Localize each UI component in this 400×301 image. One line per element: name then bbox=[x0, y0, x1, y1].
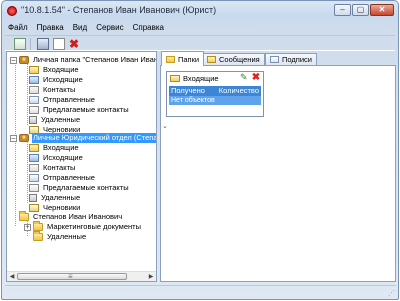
menu-bar: Файл Правка Вид Сервис Справка bbox=[5, 21, 164, 34]
edit-icon[interactable]: ✎ bbox=[240, 73, 249, 82]
tree-item-deleted[interactable]: Удаленные bbox=[29, 193, 81, 203]
folder-icon bbox=[33, 221, 43, 231]
inbox-icon bbox=[29, 66, 39, 74]
tree-item-deleted[interactable]: Удаленные bbox=[29, 115, 81, 125]
tree-item-outbox[interactable]: Исходящие bbox=[29, 153, 84, 163]
contacts-icon bbox=[29, 164, 39, 172]
scroll-thumb[interactable] bbox=[17, 272, 127, 281]
menu-service[interactable]: Сервис bbox=[96, 21, 123, 34]
inbox-icon bbox=[29, 144, 39, 152]
delete-icon[interactable]: ✖ bbox=[68, 38, 80, 50]
drafts-icon bbox=[29, 204, 39, 212]
collapse-icon[interactable]: – bbox=[10, 56, 17, 64]
folder-card-columns: Получено Количество bbox=[169, 86, 261, 96]
tab-folders[interactable]: Папки bbox=[161, 51, 205, 66]
tree-item-inbox[interactable]: Входящие bbox=[29, 65, 80, 75]
menu-file[interactable]: Файл bbox=[8, 21, 28, 34]
envelope-icon bbox=[207, 56, 216, 63]
tree-item-sent[interactable]: Отправленные bbox=[29, 95, 96, 105]
close-button[interactable]: ✕ bbox=[370, 4, 394, 16]
maximize-button[interactable]: ▢ bbox=[352, 4, 369, 16]
title-bar[interactable]: "10.8.1.54" - Степанов Иван Иванович (Юр… bbox=[2, 1, 398, 21]
tree-item-deleted[interactable]: Удаленные bbox=[33, 231, 87, 242]
menu-view[interactable]: Вид bbox=[73, 21, 87, 34]
column-count[interactable]: Количество bbox=[219, 86, 259, 96]
outbox-icon bbox=[29, 76, 39, 84]
tree-viewport: – Личная папка "Степанов Иван Иванович" … bbox=[7, 52, 156, 272]
empty-message: Нет объектов bbox=[169, 96, 261, 105]
status-bar: ⋰ bbox=[5, 285, 396, 298]
save-icon[interactable] bbox=[37, 38, 49, 50]
signature-icon bbox=[270, 56, 279, 63]
folder-icon bbox=[166, 55, 175, 63]
window-title: "10.8.1.54" - Степанов Иван Иванович (Юр… bbox=[21, 5, 217, 15]
tree-item-sent[interactable]: Отправленные bbox=[29, 173, 96, 183]
tree-item-suggested-contacts[interactable]: Предлагаемые контакты bbox=[29, 105, 130, 115]
trash-icon bbox=[29, 116, 37, 124]
contacts-icon bbox=[29, 86, 39, 94]
minimize-button[interactable]: – bbox=[334, 4, 351, 16]
scroll-right-icon[interactable]: ▶ bbox=[147, 273, 155, 281]
folder-card[interactable]: Входящие ✎ ✖ Получено Количество Нет объ… bbox=[166, 71, 264, 117]
sent-icon bbox=[29, 174, 39, 182]
delete-icon[interactable]: ✖ bbox=[251, 73, 261, 83]
folder-card-title: Входящие bbox=[183, 73, 219, 83]
outbox-icon bbox=[29, 154, 39, 162]
window-controls: – ▢ ✕ bbox=[334, 4, 394, 16]
inbox-icon bbox=[170, 74, 180, 82]
app-window: "10.8.1.54" - Степанов Иван Иванович (Юр… bbox=[1, 0, 399, 300]
tree-item-contacts[interactable]: Контакты bbox=[29, 163, 76, 173]
tree-group-personal[interactable]: – Личная папка "Степанов Иван Иванович" bbox=[10, 55, 156, 65]
tree-item-marketing[interactable]: + Маркетинговые документы bbox=[24, 221, 142, 232]
tab-strip: Папки Сообщения Подписи bbox=[160, 51, 396, 66]
folders-panel: Входящие ✎ ✖ Получено Количество Нет объ… bbox=[160, 65, 396, 282]
resize-grip-icon[interactable]: ⋰ bbox=[388, 289, 395, 297]
detail-pane: Папки Сообщения Подписи Входящие ✎ ✖ Пол… bbox=[160, 51, 396, 282]
tree-item-outbox[interactable]: Исходящие bbox=[29, 75, 84, 85]
menu-edit[interactable]: Правка bbox=[37, 21, 64, 34]
document-icon[interactable] bbox=[53, 38, 65, 50]
expand-icon[interactable]: + bbox=[24, 223, 31, 231]
tree-group-legal-dept[interactable]: – Личные Юридический отдел (Степанов bbox=[10, 133, 156, 143]
new-icon[interactable] bbox=[14, 38, 26, 50]
tree-item-inbox[interactable]: Входящие bbox=[29, 143, 80, 153]
menu-help[interactable]: Справка bbox=[133, 21, 164, 34]
suggested-contacts-icon bbox=[29, 184, 39, 192]
sent-icon bbox=[29, 96, 39, 104]
tab-messages[interactable]: Сообщения bbox=[202, 53, 265, 65]
chevron-down-icon[interactable]: ⌄ bbox=[162, 122, 168, 130]
shared-mailbox-icon bbox=[19, 134, 29, 142]
folder-icon bbox=[19, 211, 29, 221]
scroll-left-icon[interactable]: ◀ bbox=[8, 273, 16, 281]
tab-signatures[interactable]: Подписи bbox=[265, 53, 317, 65]
collapse-icon[interactable]: – bbox=[10, 134, 17, 142]
folder-tree[interactable]: – Личная папка "Степанов Иван Иванович" … bbox=[6, 51, 157, 282]
app-icon[interactable] bbox=[7, 6, 17, 16]
tree-horizontal-scrollbar[interactable]: ◀ ▶ bbox=[7, 271, 156, 281]
tree-guide bbox=[27, 142, 28, 203]
tree-item-suggested-contacts[interactable]: Предлагаемые контакты bbox=[29, 183, 130, 193]
trash-icon bbox=[29, 194, 37, 202]
toolbar-separator bbox=[30, 38, 31, 50]
column-received[interactable]: Получено bbox=[171, 86, 205, 96]
folder-icon bbox=[33, 231, 43, 241]
mailbox-icon bbox=[19, 56, 29, 64]
tree-guide bbox=[15, 60, 16, 226]
tree-item-contacts[interactable]: Контакты bbox=[29, 85, 76, 95]
suggested-contacts-icon bbox=[29, 106, 39, 114]
toolbar: ✖ bbox=[5, 35, 395, 51]
tree-guide bbox=[27, 64, 28, 125]
